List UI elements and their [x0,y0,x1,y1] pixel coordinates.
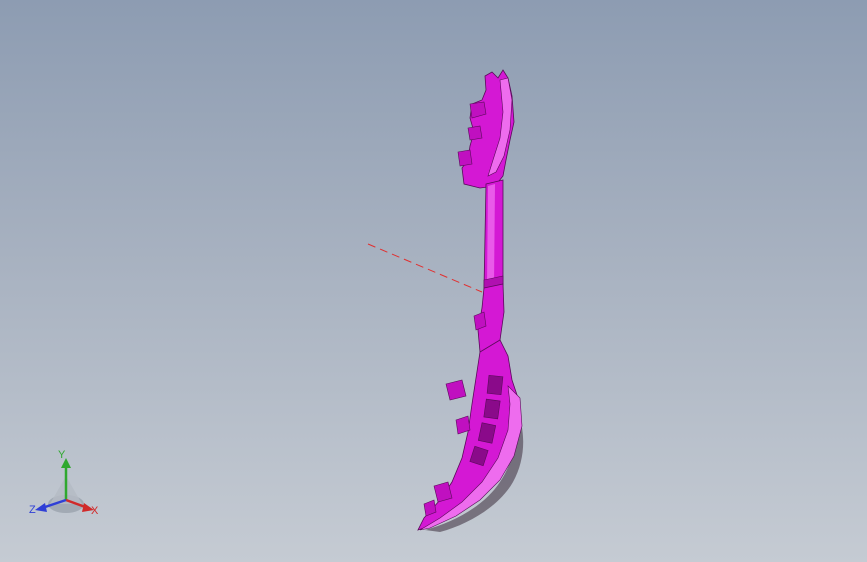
model-scene[interactable] [0,0,867,562]
part-lower-clip-1 [445,379,467,401]
x-axis-label: X [91,505,99,517]
z-axis-arrow [35,503,47,512]
reference-dashed-line [367,243,483,293]
part-switch-pocket-1 [486,374,504,396]
part-switch-pocket-2 [483,398,501,420]
part-handle-highlight [487,184,495,287]
trim-part-model[interactable] [417,69,523,531]
part-top-tab-left [457,149,473,167]
part-top-tab-mid [467,125,483,141]
orientation-triad[interactable]: Y Z X [26,448,102,520]
part-lower-clip-3 [433,481,453,503]
z-axis-label: Z [29,504,36,516]
graphics-viewport[interactable]: Y Z X [0,0,867,562]
y-axis-label: Y [58,449,66,461]
